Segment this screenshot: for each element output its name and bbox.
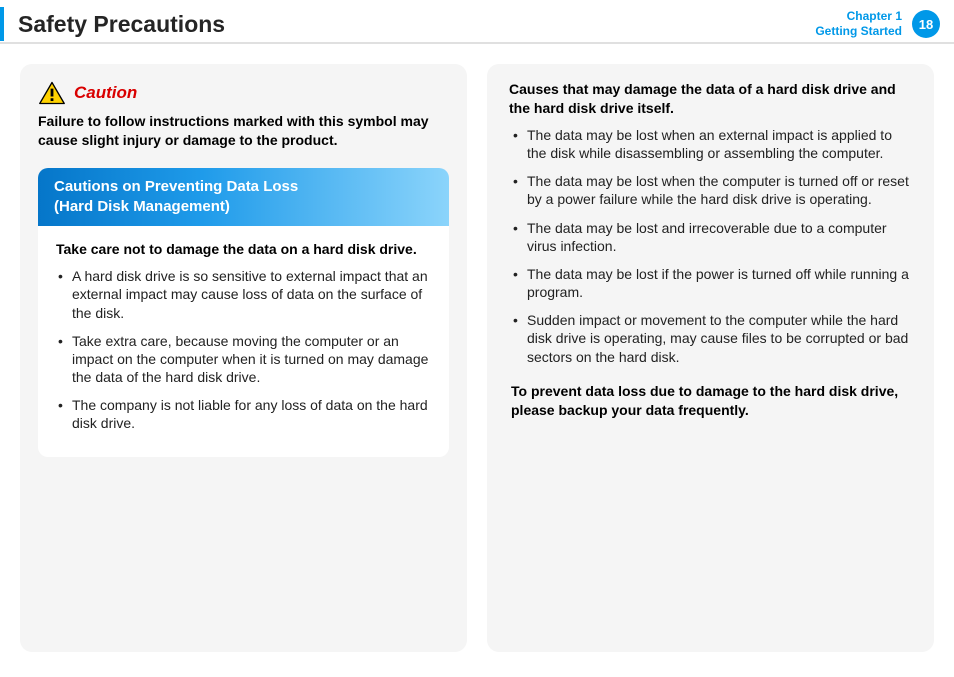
- list-item: The data may be lost when an external im…: [511, 126, 910, 162]
- final-note: To prevent data loss due to damage to th…: [505, 376, 916, 420]
- header-left: Safety Precautions: [0, 6, 225, 42]
- box-header-line-2: (Hard Disk Management): [54, 197, 433, 217]
- list-item: A hard disk drive is so sensitive to ext…: [56, 267, 431, 322]
- left-subhead: Take care not to damage the data on a ha…: [38, 226, 449, 267]
- chapter-line-2: Getting Started: [815, 24, 902, 39]
- box-header-line-1: Cautions on Preventing Data Loss: [54, 177, 433, 197]
- list-item: Sudden impact or movement to the compute…: [511, 311, 910, 366]
- list-item: The data may be lost and irrecoverable d…: [511, 219, 910, 255]
- box-header: Cautions on Preventing Data Loss (Hard D…: [38, 168, 449, 227]
- page-number-badge: 18: [912, 10, 940, 38]
- caution-label: Caution: [74, 83, 137, 103]
- right-subhead: Causes that may damage the data of a har…: [505, 80, 916, 126]
- page-header: Safety Precautions Chapter 1 Getting Sta…: [0, 0, 954, 44]
- right-bullet-list: The data may be lost when an external im…: [505, 126, 916, 366]
- right-column: Causes that may damage the data of a har…: [487, 64, 934, 652]
- chapter-label: Chapter 1 Getting Started: [815, 9, 902, 39]
- caution-header: Caution: [38, 80, 449, 106]
- list-item: Take extra care, because moving the comp…: [56, 332, 431, 387]
- header-right: Chapter 1 Getting Started 18: [815, 9, 940, 39]
- header-accent-bar: [0, 7, 4, 41]
- warning-triangle-icon: [38, 80, 66, 106]
- chapter-line-1: Chapter 1: [815, 9, 902, 24]
- list-item: The data may be lost when the computer i…: [511, 172, 910, 208]
- left-column: Caution Failure to follow instructions m…: [20, 64, 467, 652]
- left-bullet-list: A hard disk drive is so sensitive to ext…: [38, 267, 449, 433]
- content-area: Caution Failure to follow instructions m…: [0, 44, 954, 652]
- caution-description: Failure to follow instructions marked wi…: [38, 112, 449, 150]
- list-item: The data may be lost if the power is tur…: [511, 265, 910, 301]
- cautions-box: Cautions on Preventing Data Loss (Hard D…: [38, 168, 449, 457]
- page-title: Safety Precautions: [18, 11, 225, 38]
- list-item: The company is not liable for any loss o…: [56, 396, 431, 432]
